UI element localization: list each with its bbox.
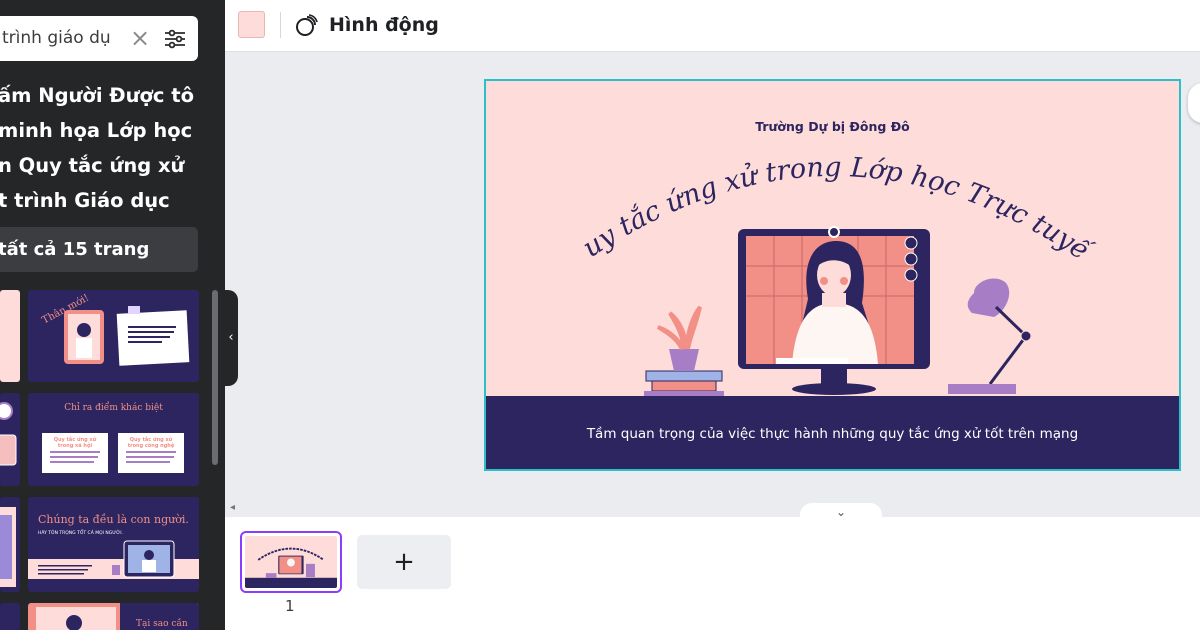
- template-title: ấm Người Được tô minh họa Lớp học n Quy …: [0, 78, 225, 218]
- pages-strip: 1 +: [225, 517, 1200, 630]
- background-color-swatch[interactable]: [238, 11, 265, 38]
- template-page-thumb[interactable]: Tại sao cần: [28, 603, 199, 630]
- filter-icon[interactable]: [164, 28, 186, 50]
- chevron-left-icon: ‹: [228, 330, 234, 345]
- add-page-button[interactable]: +: [357, 535, 451, 589]
- collapse-panel-button[interactable]: ‹: [224, 290, 238, 386]
- search-input[interactable]: trình giáo dụ: [2, 28, 111, 48]
- template-page-thumb[interactable]: Chúng ta đều là con người. HÃY TÔN TRỌNG…: [28, 497, 199, 592]
- search-box[interactable]: trình giáo dụ ×: [0, 16, 198, 61]
- slide-footer-band: Tầm quan trọng của việc thực hành những …: [486, 396, 1179, 469]
- sidebar-scrollbar[interactable]: [212, 290, 218, 465]
- template-title-line: ấm Người Được tô: [0, 84, 194, 107]
- thumb-card-label: Quy tắc ứng xử trong xã hội: [53, 437, 97, 449]
- template-page-thumb[interactable]: [0, 603, 20, 630]
- animate-icon[interactable]: [295, 13, 319, 37]
- page-thumbnail-preview: [245, 536, 337, 588]
- clock-icon: [0, 402, 17, 466]
- clear-search-icon[interactable]: ×: [130, 24, 150, 52]
- animate-button[interactable]: Hình động: [329, 14, 439, 36]
- thumb-heading: Tại sao cần: [136, 619, 188, 629]
- slide-canvas[interactable]: Quy tắc ứng xử trong Lớp học Trực tuyến: [484, 79, 1181, 471]
- slide-subtitle: Tầm quan trọng của việc thực hành những …: [586, 426, 1079, 442]
- template-page-thumb[interactable]: Chỉ ra điểm khác biệt Quy tắc ứng xử tro…: [28, 393, 199, 486]
- editor-toolbar: Hình động: [225, 0, 1200, 52]
- use-all-pages-button[interactable]: tất cả 15 trang: [0, 227, 198, 272]
- template-page-thumb[interactable]: [0, 393, 20, 486]
- template-page-thumb[interactable]: Thân mới!: [28, 290, 199, 382]
- template-title-line: minh họa Lớp học: [0, 119, 193, 142]
- page-thumbnail[interactable]: [240, 531, 342, 593]
- scroll-left-icon[interactable]: ◂: [230, 502, 235, 513]
- toolbar-divider: [280, 12, 281, 38]
- template-page-thumb[interactable]: [0, 497, 20, 592]
- slide-school-name: Trường Dự bị Đông Đô: [755, 119, 910, 134]
- template-page-thumb[interactable]: [0, 290, 20, 382]
- template-title-line: t trình Giáo dục: [0, 189, 170, 212]
- page-options-handle[interactable]: [1188, 83, 1200, 123]
- template-title-line: n Quy tắc ứng xử: [0, 154, 185, 177]
- template-sidebar: trình giáo dụ × ấm Người Được tô minh họ…: [0, 0, 225, 630]
- page-number: 1: [285, 597, 295, 615]
- thumb-card-label: Quy tắc ứng xử trong công nghệ: [127, 437, 175, 449]
